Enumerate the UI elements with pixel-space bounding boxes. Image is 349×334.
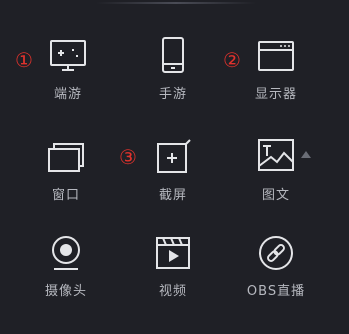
- annotation-marker-2: ②: [223, 48, 241, 72]
- source-label: OBS直播: [246, 284, 306, 299]
- source-video[interactable]: 视频: [127, 233, 219, 313]
- source-label: 显示器: [254, 87, 297, 102]
- annotation-marker-3: ③: [119, 145, 137, 169]
- gamepad-monitor-icon: [48, 36, 88, 76]
- stacked-window-icon: [46, 137, 86, 177]
- webcam-icon: [46, 233, 86, 273]
- source-label: 视频: [158, 284, 187, 299]
- source-mobile-game[interactable]: 手游: [127, 36, 219, 116]
- source-display[interactable]: 显示器: [230, 36, 322, 116]
- annotation-marker-1: ①: [15, 48, 33, 72]
- source-label: 图文: [261, 188, 290, 203]
- source-obs-live[interactable]: OBS直播: [230, 233, 322, 313]
- source-screenshot[interactable]: 截屏: [127, 137, 219, 217]
- link-icon: [256, 233, 296, 273]
- image-text-icon: [256, 137, 296, 177]
- browser-window-icon: [256, 36, 296, 76]
- source-image-text[interactable]: 图文: [230, 137, 322, 217]
- top-divider: [96, 2, 256, 4]
- source-camera[interactable]: 摄像头: [20, 233, 112, 313]
- source-label: 窗口: [51, 188, 80, 203]
- source-window[interactable]: 窗口: [20, 137, 112, 217]
- phone-icon: [153, 36, 193, 76]
- expand-caret-icon[interactable]: [301, 151, 311, 158]
- clapperboard-icon: [153, 233, 193, 273]
- source-label: 端游: [53, 87, 82, 102]
- crop-add-icon: [153, 137, 193, 177]
- source-label: 摄像头: [44, 284, 87, 299]
- source-pc-game[interactable]: 端游: [22, 36, 114, 116]
- source-label: 手游: [158, 87, 187, 102]
- source-label: 截屏: [158, 188, 187, 203]
